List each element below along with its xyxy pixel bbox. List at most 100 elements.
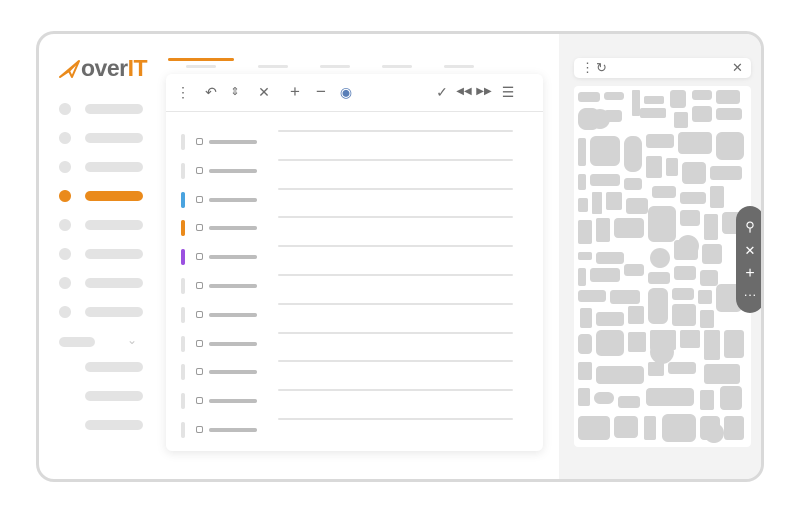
row-checkbox[interactable] xyxy=(196,138,203,145)
row-checkbox[interactable] xyxy=(196,282,203,289)
sidebar-item-dot xyxy=(59,219,71,231)
more-vertical-icon[interactable]: ⋮ xyxy=(174,84,192,100)
list-item[interactable] xyxy=(166,187,543,218)
status-marker xyxy=(181,134,185,150)
plus-icon[interactable]: + xyxy=(286,83,304,100)
menu-icon[interactable]: ☰ xyxy=(499,84,517,100)
status-marker xyxy=(181,249,185,266)
map-block xyxy=(624,178,642,190)
status-marker xyxy=(181,220,185,237)
logo: overIT xyxy=(59,55,148,82)
list-item[interactable] xyxy=(166,360,543,390)
map-block xyxy=(674,266,696,280)
sidebar-item-4[interactable] xyxy=(59,189,149,203)
row-checkbox[interactable] xyxy=(196,339,203,347)
sidebar-item-5[interactable] xyxy=(59,218,149,232)
map-block xyxy=(578,220,592,244)
tab-4[interactable] xyxy=(320,65,350,68)
sidebar-item-7[interactable] xyxy=(59,276,149,290)
list-item[interactable] xyxy=(166,331,543,362)
tab-5[interactable] xyxy=(382,65,412,68)
map-block xyxy=(672,288,694,300)
map-block xyxy=(578,174,586,190)
fast-forward-icon[interactable]: ▶▶ xyxy=(475,84,493,100)
minus-icon[interactable]: − xyxy=(312,83,330,100)
close-icon[interactable]: ✕ xyxy=(732,60,743,76)
map-block xyxy=(716,90,740,104)
row-checkbox[interactable] xyxy=(196,397,203,405)
close-icon[interactable]: ✕ xyxy=(255,84,273,100)
map-block xyxy=(648,206,676,242)
row-checkbox[interactable] xyxy=(196,310,203,318)
close-icon[interactable]: ✕ xyxy=(736,244,761,258)
list-item[interactable] xyxy=(166,130,543,160)
map-block xyxy=(702,244,722,264)
map-block xyxy=(677,235,699,257)
map-block xyxy=(624,264,644,276)
map-block xyxy=(700,310,714,328)
tab-2[interactable] xyxy=(186,65,216,68)
row-checkbox[interactable] xyxy=(196,166,203,174)
more-horizontal-icon[interactable]: ··· xyxy=(736,288,761,302)
row-checkbox[interactable] xyxy=(196,426,203,433)
list-item[interactable] xyxy=(166,245,543,275)
more-vertical-icon[interactable]: ⋮ xyxy=(581,60,594,76)
row-label xyxy=(209,370,257,375)
row-divider xyxy=(278,389,513,392)
sidebar-item-dot xyxy=(59,277,71,289)
map-block xyxy=(704,364,740,384)
map-block xyxy=(700,390,714,410)
map-block xyxy=(644,416,656,440)
map-block xyxy=(624,136,642,172)
search-icon[interactable]: ⚲ xyxy=(736,220,761,234)
list-item[interactable] xyxy=(166,216,543,246)
row-checkbox[interactable] xyxy=(196,195,203,203)
sidebar: overIT ⌄ xyxy=(39,34,164,479)
undo-icon[interactable]: ↶ xyxy=(202,84,220,100)
map-view[interactable] xyxy=(574,86,751,447)
sidebar-item-6[interactable] xyxy=(59,247,149,261)
sidebar-item-2[interactable] xyxy=(59,131,149,145)
tab-6[interactable] xyxy=(444,65,474,68)
globe-icon[interactable]: ◉ xyxy=(337,84,355,100)
tab-3[interactable] xyxy=(258,65,288,68)
sidebar-item-1[interactable] xyxy=(59,102,149,116)
row-label xyxy=(209,399,257,404)
refresh-icon[interactable]: ↻ xyxy=(596,60,607,76)
map-block xyxy=(578,92,600,102)
list-item[interactable] xyxy=(166,302,543,333)
plus-icon[interactable]: + xyxy=(736,266,761,282)
map-blocks xyxy=(578,90,746,443)
row-divider xyxy=(278,302,513,305)
sidebar-group[interactable]: ⌄ xyxy=(59,333,143,349)
tab-1[interactable] xyxy=(168,58,234,61)
list-item[interactable] xyxy=(166,158,543,189)
rewind-icon[interactable]: ◀◀ xyxy=(455,84,473,100)
check-icon[interactable]: ✓ xyxy=(433,84,451,100)
list-item[interactable] xyxy=(166,389,543,419)
sidebar-subitem-3[interactable] xyxy=(85,420,143,430)
map-block xyxy=(646,156,662,178)
map-block xyxy=(596,252,624,264)
row-checkbox[interactable] xyxy=(196,368,203,376)
map-block xyxy=(672,304,696,326)
sidebar-item-8[interactable] xyxy=(59,305,149,319)
map-block xyxy=(710,186,724,208)
map-block xyxy=(614,218,644,238)
sidebar-subitem-2[interactable] xyxy=(85,391,143,401)
sidebar-subitem-1[interactable] xyxy=(85,362,143,372)
list-item[interactable] xyxy=(166,418,543,448)
paper-plane-icon xyxy=(59,59,80,78)
sort-icon[interactable]: ⇕ xyxy=(226,84,244,100)
map-block xyxy=(680,192,706,204)
row-checkbox[interactable] xyxy=(196,224,203,232)
sidebar-item-3[interactable] xyxy=(59,160,149,174)
list-panel: ⋮ ↶ ⇕ ✕ + − ◉ ✓ ◀◀ ▶▶ ☰ xyxy=(166,74,543,451)
row-checkbox[interactable] xyxy=(196,253,203,261)
map-block xyxy=(668,362,696,374)
row-label xyxy=(209,226,257,231)
list-item[interactable] xyxy=(166,274,543,304)
status-marker xyxy=(181,393,185,410)
list-toolbar: ⋮ ↶ ⇕ ✕ + − ◉ ✓ ◀◀ ▶▶ ☰ xyxy=(166,74,543,112)
map-block xyxy=(590,174,620,186)
